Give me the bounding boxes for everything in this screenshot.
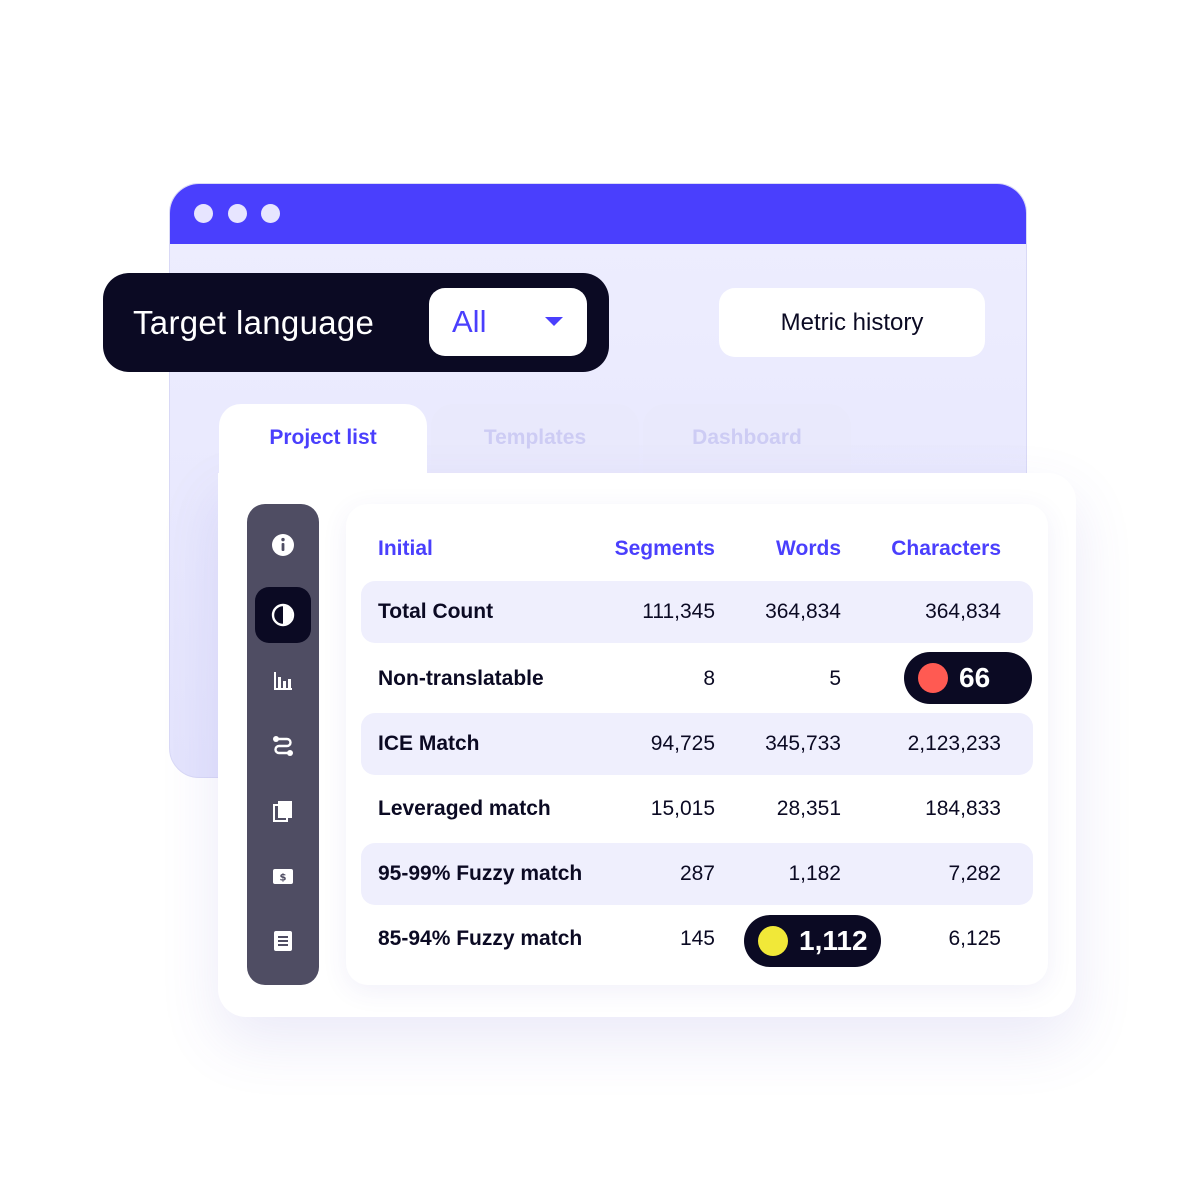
column-header-initial[interactable]: Initial	[378, 537, 433, 561]
characters-value: 6,125	[948, 927, 1001, 950]
window-dot-icon[interactable]	[194, 204, 213, 223]
table-row: Non-translatable 8 5 66	[361, 648, 1033, 710]
words-value: 345,733	[765, 732, 841, 755]
segments-value: 15,015	[650, 797, 715, 820]
selected-language: All	[452, 304, 487, 339]
row-label: Leveraged match	[378, 797, 551, 820]
sidebar-item-info[interactable]	[255, 517, 311, 573]
sidebar-item-documents[interactable]	[255, 783, 311, 839]
chevron-down-icon	[545, 317, 563, 326]
characters-value: 66	[959, 662, 991, 693]
sidebar-item-workflow[interactable]	[255, 718, 311, 774]
words-value: 1,112	[799, 925, 868, 956]
workflow-icon	[273, 736, 293, 756]
segments-value: 8	[703, 667, 715, 690]
red-status-dot-icon	[918, 663, 948, 693]
characters-value: 7,282	[948, 862, 1001, 885]
sidebar: $	[247, 504, 319, 985]
target-language-filter: Target language All	[103, 273, 609, 372]
characters-value: 2,123,233	[907, 732, 1001, 755]
metrics-table: Initial Segments Words Characters Total …	[346, 504, 1048, 985]
segments-value: 94,725	[650, 732, 715, 755]
info-icon	[272, 534, 294, 556]
words-value: 1,182	[788, 862, 841, 885]
row-label: 85-94% Fuzzy match	[378, 927, 583, 950]
pie-chart-icon	[271, 603, 295, 627]
sidebar-item-notes[interactable]	[255, 913, 311, 969]
tab-project-list[interactable]: Project list	[219, 404, 427, 476]
tab-templates[interactable]: Templates	[431, 404, 639, 476]
row-label: Total Count	[378, 600, 494, 623]
words-value: 364,834	[765, 600, 841, 623]
bar-chart-icon	[274, 672, 292, 690]
words-badge: 1,112	[744, 915, 881, 967]
svg-text:$: $	[280, 873, 287, 884]
row-label: 95-99% Fuzzy match	[378, 862, 583, 885]
column-header-characters[interactable]: Characters	[891, 537, 1001, 561]
words-value: 28,351	[776, 797, 841, 820]
window-dot-icon[interactable]	[261, 204, 280, 223]
column-header-segments[interactable]: Segments	[615, 537, 715, 561]
sidebar-item-analytics[interactable]	[255, 653, 311, 709]
notes-icon	[274, 931, 292, 951]
target-language-label: Target language	[133, 304, 375, 341]
yellow-status-dot-icon	[758, 926, 788, 956]
documents-icon	[273, 801, 292, 822]
characters-value: 364,834	[925, 600, 1001, 623]
table-row: ICE Match 94,725 345,733 2,123,233	[361, 713, 1033, 775]
characters-value: 184,833	[925, 797, 1001, 820]
row-label: ICE Match	[378, 732, 480, 755]
table-row: Leveraged match 15,015 28,351 184,833	[361, 778, 1033, 840]
segments-value: 287	[679, 862, 715, 885]
table-row: 85-94% Fuzzy match 145 1,112 6,125	[361, 908, 1033, 970]
sidebar-item-overview[interactable]	[255, 587, 311, 643]
column-header-words[interactable]: Words	[776, 537, 841, 561]
table-row: 95-99% Fuzzy match 287 1,182 7,282	[361, 843, 1033, 905]
row-label: Non-translatable	[378, 667, 544, 690]
segments-value: 145	[679, 927, 715, 950]
characters-badge: 66	[904, 652, 1032, 704]
window-titlebar	[170, 184, 1026, 244]
billing-icon: $	[273, 869, 293, 884]
target-language-select[interactable]: All	[429, 288, 587, 356]
sidebar-item-billing[interactable]: $	[255, 848, 311, 904]
table-row: Total Count 111,345 364,834 364,834	[361, 581, 1033, 643]
words-value: 5	[829, 667, 841, 690]
window-dot-icon[interactable]	[228, 204, 247, 223]
segments-value: 111,345	[642, 600, 715, 623]
metric-history-button[interactable]: Metric history	[719, 288, 985, 357]
tab-dashboard[interactable]: Dashboard	[643, 404, 851, 476]
